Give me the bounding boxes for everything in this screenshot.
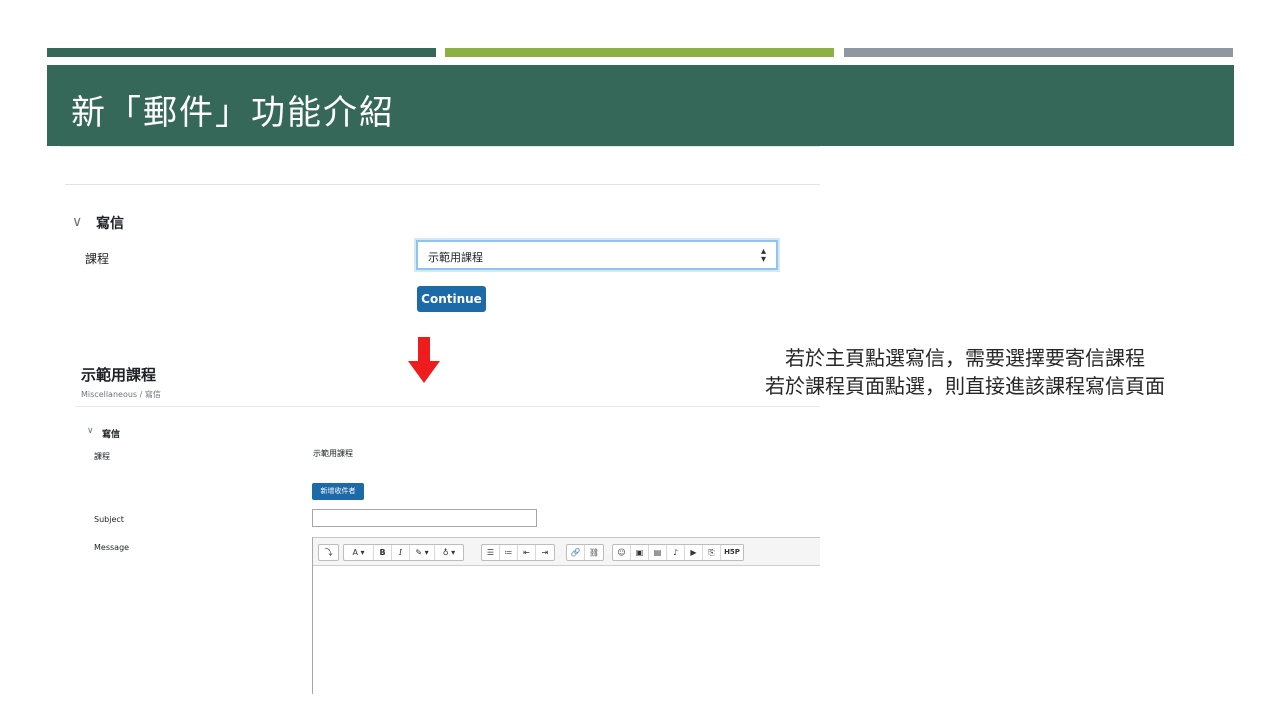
collapse-chevron-icon[interactable]: ∨ [87, 426, 94, 436]
message-label: Message [94, 543, 130, 552]
emoji-icon[interactable]: ☺ [613, 545, 631, 560]
select-caret-icon: ▴ ▾ [760, 246, 766, 265]
moodle-screenshot: ∨ 寫信 課程 示範用課程 ▴ ▾ Continue 示範用課程 Miscella… [60, 146, 820, 694]
bold-icon[interactable]: B [374, 545, 392, 560]
add-recipients-button[interactable]: 新增收件者 [312, 483, 364, 500]
title-banner: 新「郵件」功能介紹 [47, 65, 1234, 146]
font-color-icon[interactable]: A ▾ [344, 545, 374, 560]
ordered-list-icon[interactable]: ≔ [500, 545, 518, 560]
compose-section-title: 寫信 [102, 430, 121, 440]
link-icon[interactable]: 🔗 [567, 545, 585, 560]
lightbulb-icon[interactable]: ♁ ▾ [435, 545, 463, 560]
h5p-icon[interactable]: H5P [721, 545, 743, 560]
course-label: 課程 [85, 252, 110, 266]
editor-toolbar: ⤵ A ▾ B I ✎ ▾ ♁ ▾ ☰ ≔ ⇤ ⇥ 🔗 ⛓ ☺ ▣ ▤ ♪ ▶ … [313, 538, 820, 566]
unlink-icon[interactable]: ⛓ [585, 545, 603, 560]
compose-section-title: 寫信 [96, 216, 124, 232]
highlight-icon[interactable]: ✎ ▾ [410, 545, 435, 560]
audio-icon[interactable]: ♪ [667, 545, 685, 560]
course-heading: 示範用課程 [81, 366, 157, 384]
divider [65, 184, 820, 185]
collapse-icon[interactable]: ⤵ [319, 545, 338, 560]
explanation-note: 若於主頁點選寫信，需要選擇要寄信課程 若於課程頁面點選，則直接進該課程寫信頁面 [700, 344, 1230, 400]
down-arrow-icon [408, 337, 440, 383]
outdent-icon[interactable]: ⇤ [518, 545, 536, 560]
collapse-chevron-icon[interactable]: ∨ [72, 214, 82, 230]
continue-button[interactable]: Continue [417, 286, 486, 312]
course-select[interactable]: 示範用課程 ▴ ▾ [416, 240, 778, 270]
note-line-2: 若於課程頁面點選，則直接進該課程寫信頁面 [765, 374, 1165, 398]
slide-title: 新「郵件」功能介紹 [71, 93, 395, 133]
breadcrumb: Miscellaneous / 寫信 [81, 390, 161, 399]
indent-icon[interactable]: ⇥ [536, 545, 554, 560]
message-editor[interactable]: ⤵ A ▾ B I ✎ ▾ ♁ ▾ ☰ ≔ ⇤ ⇥ 🔗 ⛓ ☺ ▣ ▤ ♪ ▶ … [312, 537, 820, 694]
subject-label: Subject [94, 515, 124, 524]
course-select-value: 示範用課程 [428, 251, 483, 264]
unordered-list-icon[interactable]: ☰ [482, 545, 500, 560]
manage-files-icon[interactable]: ⎘ [703, 545, 721, 560]
video-icon[interactable]: ▶ [685, 545, 703, 560]
top-stripe-green [445, 48, 834, 57]
note-line-1: 若於主頁點選寫信，需要選擇要寄信課程 [785, 346, 1145, 370]
top-stripe-gray [844, 48, 1233, 57]
media-icon[interactable]: ▤ [649, 545, 667, 560]
italic-icon[interactable]: I [392, 545, 410, 560]
course-value: 示範用課程 [313, 449, 353, 458]
top-stripe-dark [47, 48, 436, 57]
divider [75, 406, 820, 407]
course-label: 課程 [94, 452, 110, 461]
divider [60, 146, 820, 147]
subject-input[interactable] [312, 509, 537, 527]
image-icon[interactable]: ▣ [631, 545, 649, 560]
